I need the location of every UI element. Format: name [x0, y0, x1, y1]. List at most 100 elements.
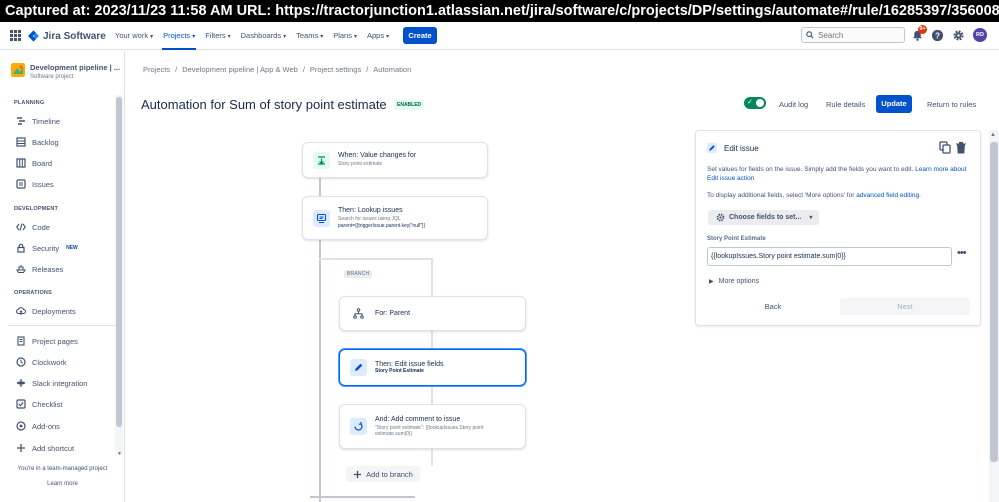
copy-icon[interactable]: [939, 141, 951, 154]
trigger-node[interactable]: When: Value changes for Story point estim…: [302, 142, 488, 178]
sidebar-item-issues[interactable]: Issues: [16, 179, 54, 189]
branch-icon: [350, 305, 367, 322]
lookup-issues-node[interactable]: Then: Lookup issues Search for issues usi…: [302, 196, 488, 240]
comment-icon: [350, 418, 367, 435]
chevron-down-icon: ▾: [150, 34, 154, 40]
sidebar-item-backlog[interactable]: Backlog: [16, 137, 59, 147]
team-managed-note: You're in a team-managed project: [17, 466, 108, 472]
create-button[interactable]: Create: [403, 27, 437, 44]
section-planning: PLANNING: [14, 100, 45, 106]
sidebar-item-security[interactable]: Security NEW: [16, 243, 78, 253]
rule-details-button[interactable]: Rule details: [826, 96, 865, 113]
rule-enabled-toggle[interactable]: ✓: [744, 97, 766, 109]
more-options-toggle[interactable]: ▶ More options: [709, 278, 759, 285]
update-button[interactable]: Update: [876, 95, 912, 113]
search-box[interactable]: [801, 27, 905, 43]
jira-logo[interactable]: Jira Software: [28, 29, 106, 43]
nav-filters[interactable]: Filters ▾: [200, 22, 235, 50]
breadcrumb: Projects / Development pipeline | App & We…: [143, 65, 412, 74]
return-to-rules-button[interactable]: Return to rules: [927, 96, 976, 113]
sidebar-item-checklist[interactable]: Checklist: [16, 399, 62, 409]
for-parent-node[interactable]: For: Parent: [339, 296, 526, 331]
more-actions-icon[interactable]: •••: [957, 248, 967, 259]
status-badge: ENABLED: [394, 100, 425, 110]
sidebar-item-project-pages[interactable]: Project pages: [16, 336, 78, 346]
sidebar-item-add-shortcut[interactable]: Add shortcut: [16, 443, 74, 453]
branch-connector: [431, 386, 433, 404]
sidebar-item-clockwork[interactable]: Clockwork: [16, 357, 67, 367]
page-title: Automation for Sum of story point estima…: [141, 97, 387, 112]
branch-connector: [319, 258, 431, 260]
svg-text:?: ?: [935, 31, 940, 40]
nav-apps[interactable]: Apps ▾: [362, 22, 394, 50]
page-scroll-thumb[interactable]: [990, 142, 998, 462]
pencil-icon: [707, 143, 717, 153]
story-point-estimate-field[interactable]: {{lookupIssues.Story point estimate.sum|…: [707, 247, 952, 266]
lock-icon: [17, 243, 25, 253]
chevron-down-icon: ▾: [227, 34, 231, 40]
choose-fields-button[interactable]: Choose fields to set... ▾: [708, 210, 819, 225]
top-navigation: Jira Software Your work ▾ Projects ▾ Filte…: [0, 22, 999, 50]
board-icon: [16, 158, 26, 168]
project-avatar-icon: [11, 63, 25, 77]
sidebar-scroll-thumb[interactable]: [116, 97, 122, 427]
scroll-down-arrow-icon[interactable]: ▼: [117, 451, 122, 457]
sidebar-item-deployments[interactable]: Deployments: [16, 306, 76, 316]
brand-name: Jira Software: [43, 30, 106, 42]
next-button[interactable]: Next: [840, 298, 970, 315]
page-scrollbar[interactable]: ▲: [989, 130, 999, 502]
project-header[interactable]: Development pipeline | ... Software proj…: [11, 63, 120, 80]
connector-line: [319, 177, 321, 197]
capture-banner: Captured at: 2023/11/23 11:58 AM URL: ht…: [0, 0, 999, 22]
pencil-icon: [350, 359, 367, 376]
gear-icon: [716, 213, 725, 222]
for-parent-title: For: Parent: [375, 310, 411, 317]
timeline-icon: [17, 117, 25, 125]
edit-sub: Story Point Estimate: [375, 367, 424, 374]
search-input[interactable]: [818, 30, 898, 40]
sidebar-item-slack[interactable]: Slack integration: [16, 378, 87, 388]
nav-teams[interactable]: Teams ▾: [291, 22, 328, 50]
edit-title: Then: Edit issue fields: [375, 360, 444, 368]
breadcrumb-automation[interactable]: Automation: [373, 65, 411, 74]
sidebar-item-board[interactable]: Board: [16, 158, 52, 168]
advanced-field-editing-link[interactable]: advanced field editing.: [856, 192, 921, 199]
sidebar-item-add-ons[interactable]: Add-ons: [16, 421, 60, 431]
breadcrumb-project[interactable]: Development pipeline | App & Web: [182, 65, 298, 74]
scroll-up-arrow-icon[interactable]: ▲: [990, 132, 996, 138]
branch-connector: [431, 331, 433, 349]
help-icon[interactable]: ?: [931, 29, 944, 42]
add-to-branch-button[interactable]: Add to branch: [346, 466, 420, 482]
sidebar-item-timeline[interactable]: Timeline: [16, 116, 60, 126]
nav-your-work[interactable]: Your work ▾: [110, 22, 158, 50]
chevron-down-icon: ▾: [386, 34, 390, 40]
audit-log-button[interactable]: Audit log: [779, 96, 808, 113]
settings-gear-icon[interactable]: [952, 29, 965, 42]
branch-label: BRANCH: [344, 270, 373, 278]
trigger-title: When: Value changes for: [338, 152, 417, 160]
project-name: Development pipeline | ...: [30, 63, 121, 72]
learn-more-link[interactable]: Learn more: [0, 481, 125, 487]
add-comment-node[interactable]: And: Add comment to issue "Story point es…: [339, 404, 526, 449]
nav-dashboards[interactable]: Dashboards ▾: [236, 22, 291, 50]
breadcrumb-settings[interactable]: Project settings: [310, 65, 361, 74]
chevron-down-icon: ▾: [192, 34, 196, 40]
nav-plans[interactable]: Plans ▾: [328, 22, 362, 50]
add-link-icon: [17, 444, 25, 452]
sidebar-item-code[interactable]: Code: [16, 222, 50, 232]
sidebar-item-releases[interactable]: Releases: [16, 264, 63, 274]
nav-projects[interactable]: Projects ▾: [158, 22, 200, 50]
connector-line: [319, 240, 321, 502]
edit-issue-fields-node[interactable]: Then: Edit issue fields Story Point Estim…: [339, 349, 526, 386]
edit-issue-panel: Edit issue Set values for fields on the …: [695, 130, 981, 326]
avatar[interactable]: RD: [973, 28, 987, 42]
lookup-jql: parent={{triggerIssue.parent.key|"null"}…: [338, 222, 426, 229]
sidebar-scrollbar[interactable]: [115, 95, 123, 455]
slack-icon: [17, 379, 25, 387]
back-button[interactable]: Back: [708, 298, 838, 315]
chevron-down-icon: ▾: [353, 34, 357, 40]
trash-icon[interactable]: [955, 141, 967, 154]
jira-icon: [28, 30, 39, 42]
breadcrumb-projects[interactable]: Projects: [143, 65, 170, 74]
app-switcher-icon[interactable]: [10, 30, 21, 41]
